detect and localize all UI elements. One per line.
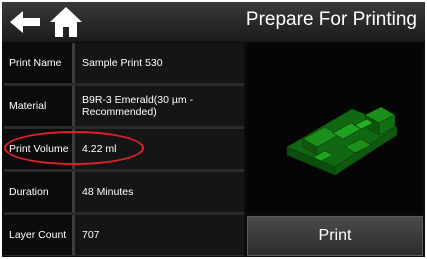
print-name-value: Sample Print 530 — [75, 43, 244, 83]
home-icon — [50, 7, 82, 37]
page-title: Prepare For Printing — [245, 9, 417, 30]
layer-count-value: 707 — [75, 215, 244, 255]
top-bar: Prepare For Printing — [2, 2, 425, 42]
arrow-left-icon — [10, 11, 40, 33]
print-model-render — [286, 106, 398, 176]
print-button[interactable]: Print — [247, 216, 423, 256]
info-row-print-volume: Print Volume 4.22 ml — [4, 129, 244, 169]
info-row-material: Material B9R-3 Emerald(30 µm - Recommend… — [4, 86, 244, 126]
info-row-duration: Duration 48 Minutes — [4, 172, 244, 212]
print-volume-value: 4.22 ml — [75, 129, 244, 169]
home-button[interactable] — [48, 5, 84, 39]
material-value: B9R-3 Emerald(30 µm - Recommended) — [75, 86, 244, 126]
print-name-label: Print Name — [4, 43, 72, 83]
model-preview — [247, 43, 423, 215]
print-info-table: Print Name Sample Print 530 Material B9R… — [4, 43, 244, 256]
layer-count-label: Layer Count — [4, 215, 72, 255]
print-volume-label: Print Volume — [4, 129, 72, 169]
material-label: Material — [4, 86, 72, 126]
printer-screen: Prepare For Printing Print Name Sample P… — [2, 2, 425, 257]
back-button[interactable] — [8, 8, 44, 36]
duration-value: 48 Minutes — [75, 172, 244, 212]
info-row-print-name: Print Name Sample Print 530 — [4, 43, 244, 83]
duration-label: Duration — [4, 172, 72, 212]
info-row-layer-count: Layer Count 707 — [4, 215, 244, 255]
